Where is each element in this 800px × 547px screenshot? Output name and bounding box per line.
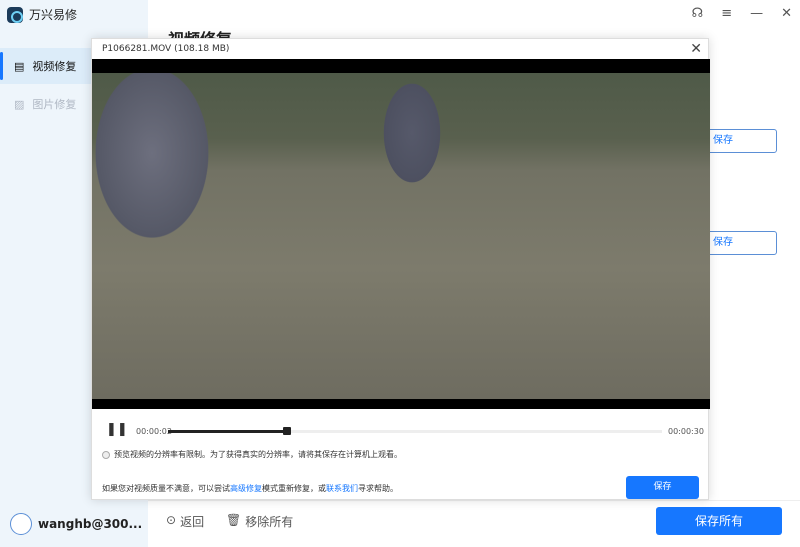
remove-all-button[interactable]: 🗑 移除所有 bbox=[226, 513, 293, 530]
save-all-button[interactable]: 保存所有 bbox=[656, 507, 782, 535]
username: wanghb@300... bbox=[38, 516, 143, 531]
help-text: 如果您对视频质量不满意，可以尝试高级修复模式重新修复，或联系我们寻求帮助。 bbox=[102, 483, 398, 494]
save-button[interactable]: 保存 bbox=[626, 476, 699, 499]
note-text: 预览视频的分辨率有限制。为了获得真实的分辨率，请将其保存在计算机上观看。 bbox=[114, 450, 402, 459]
contact-us-link[interactable]: 联系我们 bbox=[326, 484, 358, 493]
info-icon bbox=[102, 450, 110, 459]
progress-fill bbox=[168, 430, 287, 433]
back-button[interactable]: ⊙ 返回 bbox=[166, 513, 204, 530]
sidebar-item-label: 视频修复 bbox=[32, 60, 77, 73]
help-prefix: 如果您对视频质量不满意，可以尝试 bbox=[102, 484, 230, 493]
save-button[interactable]: 保存 bbox=[700, 129, 777, 153]
avatar bbox=[10, 512, 32, 535]
advanced-repair-link[interactable]: 高级修复 bbox=[230, 484, 262, 493]
progress-thumb[interactable] bbox=[282, 427, 291, 435]
resolution-note: 预览视频的分辨率有限制。为了获得真实的分辨率，请将其保存在计算机上观看。 bbox=[102, 449, 402, 460]
app-logo: 万兴易修 bbox=[7, 6, 77, 23]
close-icon[interactable]: ✕ bbox=[781, 6, 792, 21]
user-account[interactable]: wanghb@300... bbox=[0, 500, 148, 547]
progress-slider[interactable] bbox=[168, 427, 662, 435]
back-label: 返回 bbox=[180, 515, 205, 529]
current-time: 00:00:02 bbox=[136, 427, 172, 436]
remove-all-label: 移除所有 bbox=[245, 515, 294, 529]
sidebar-item-label: 图片修复 bbox=[32, 98, 77, 111]
dialog-title: P1066281.MOV (108.18 MB) bbox=[102, 44, 230, 54]
help-suffix: 寻求帮助。 bbox=[358, 484, 398, 493]
menu-icon[interactable]: ≡ bbox=[721, 6, 732, 21]
video-frame bbox=[92, 73, 710, 399]
video-player[interactable] bbox=[92, 59, 710, 409]
video-icon: ▤ bbox=[14, 59, 25, 73]
app-name: 万兴易修 bbox=[29, 8, 78, 22]
pause-icon[interactable]: ❚❚ bbox=[106, 422, 128, 437]
preview-dialog: P1066281.MOV (108.18 MB) ✕ ❚❚ 00:00:02 0… bbox=[91, 38, 710, 500]
help-mid: 模式重新修复，或 bbox=[262, 484, 326, 493]
trash-icon: 🗑 bbox=[226, 513, 242, 527]
headset-icon[interactable]: ☊ bbox=[692, 6, 704, 21]
total-time: 00:00:30 bbox=[668, 427, 704, 436]
close-icon[interactable]: ✕ bbox=[690, 41, 702, 57]
logo-icon bbox=[7, 6, 23, 23]
image-icon: ▨ bbox=[14, 97, 25, 111]
save-button[interactable]: 保存 bbox=[700, 231, 777, 255]
back-icon: ⊙ bbox=[166, 513, 177, 527]
minimize-icon[interactable]: — bbox=[750, 6, 763, 21]
